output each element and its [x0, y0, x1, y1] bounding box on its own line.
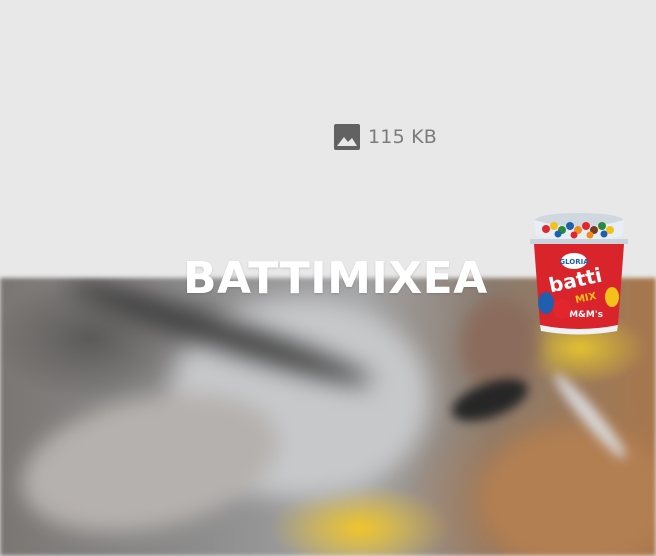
file-info: 115 KB	[333, 122, 437, 152]
image-icon	[334, 124, 360, 150]
yogurt-cup-icon: GLORIA batti MIX M&M's	[530, 213, 628, 335]
file-size-label: 115 KB	[368, 126, 437, 148]
blurred-table	[480, 428, 656, 556]
cup-candy-label: M&M's	[569, 310, 603, 320]
promo-title: BATTIMIXEA	[183, 253, 488, 304]
